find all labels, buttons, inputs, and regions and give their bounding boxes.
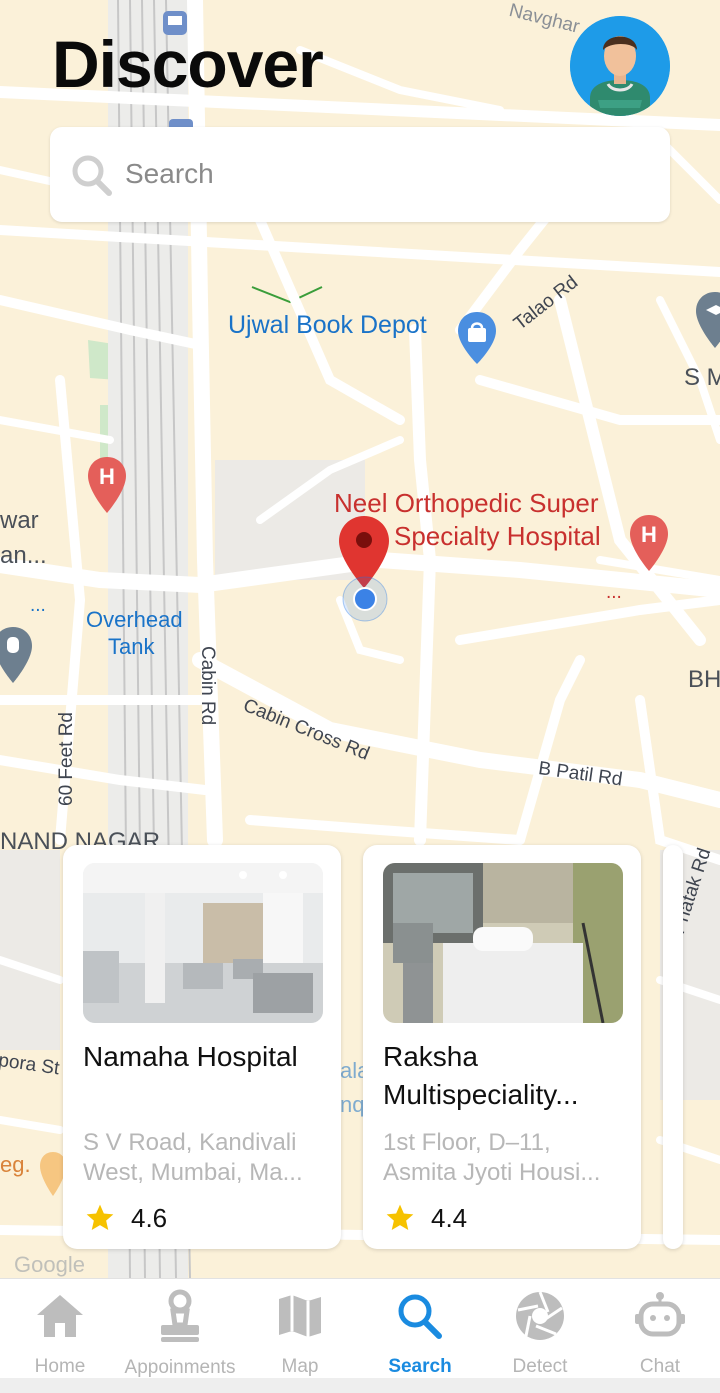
hospital-marker-icon[interactable]: H [86,455,128,517]
place-label-hospital-line2[interactable]: Specialty Hospital [394,520,601,552]
appointments-icon [161,1289,199,1342]
hospital-card[interactable]: Raksha Multispeciality... 1st Floor, D–1… [363,845,641,1249]
nav-label: Map [281,1356,319,1377]
hospital-name-text: Raksha Multispeciality... [383,1041,579,1110]
nav-label: Chat [639,1356,681,1377]
star-icon [386,1204,414,1230]
aperture-icon [516,1290,564,1340]
avatar[interactable] [570,16,670,116]
place-label-overhead-1[interactable]: Overhead [86,607,183,633]
hospital-marker-icon[interactable]: H [628,513,670,575]
nav-item-chat[interactable]: Chat [600,1279,720,1378]
nav-label: Search [388,1356,452,1377]
search-bar[interactable] [50,127,670,222]
bottom-navigation: Home Appoinments Map Search Detect Chat [0,1278,720,1378]
school-marker-icon[interactable] [694,290,720,352]
hospital-photo [383,863,623,1023]
area-label-sm: S M [684,364,720,391]
road-label-60-feet: 60 Feet Rd [56,712,77,806]
nav-label: Home [34,1356,86,1377]
hospital-card-partial[interactable] [663,845,683,1249]
nav-item-search[interactable]: Search [360,1279,480,1378]
hospital-address-line2: Asmita Jyoti Housi... [383,1159,601,1186]
nav-item-map[interactable]: Map [240,1279,360,1378]
nav-label: Detect [512,1356,568,1377]
hospital-photo [83,863,323,1023]
area-label-an: an... [0,542,47,569]
hospital-address-line1: 1st Floor, D–11, [383,1129,551,1156]
hospital-rating: 4.4 [383,1202,467,1234]
area-label-bh: BH [688,666,720,693]
nav-item-home[interactable]: Home [0,1279,120,1378]
hospital-address: S V Road, Kandivali West, Mumbai, Ma... [83,1129,303,1186]
place-label-dots-1: ... [30,595,46,616]
hospital-rating: 4.6 [83,1202,167,1234]
rating-value: 4.6 [131,1202,168,1233]
road-label-cabin: Cabin Rd [197,646,218,726]
place-label-book-depot[interactable]: Ujwal Book Depot [228,311,427,340]
search-icon [72,155,112,196]
svg-text:H: H [641,522,657,547]
robot-icon [635,1291,685,1336]
nav-label: Appoinments [124,1357,236,1378]
google-logo: Google [14,1252,85,1277]
place-label-dots-2: ... [606,582,622,603]
hospital-name: Namaha Hospital [83,1041,298,1072]
nav-item-appointments[interactable]: Appoinments [120,1279,240,1378]
current-location-dot-icon [342,576,388,622]
system-bar [0,1378,720,1393]
hospital-name: Raksha Multispeciality... [383,1038,628,1114]
page-title: Discover [52,27,324,101]
doctor-avatar-icon [570,16,670,116]
map-icon [279,1294,321,1337]
star-icon [86,1204,114,1230]
hospital-card[interactable]: Namaha Hospital S V Road, Kandivali West… [63,845,341,1249]
hospital-address: 1st Floor, D–11, Asmita Jyoti Housi... [383,1128,628,1188]
place-label-nq: nq [340,1092,365,1117]
place-label-overhead-2[interactable]: Tank [108,634,154,660]
svg-text:H: H [99,464,115,489]
nav-item-detect[interactable]: Detect [480,1279,600,1378]
area-label-war: war [0,507,39,534]
place-label-eg: eg. [0,1152,31,1177]
place-label-hospital-line1[interactable]: Neel Orthopedic Super [334,487,598,519]
rating-value: 4.4 [431,1202,468,1233]
book-store-marker-icon[interactable] [456,310,498,366]
search-input[interactable] [125,149,645,199]
home-icon [37,1294,83,1337]
worship-marker-icon[interactable] [0,625,34,685]
search-icon [398,1294,442,1339]
